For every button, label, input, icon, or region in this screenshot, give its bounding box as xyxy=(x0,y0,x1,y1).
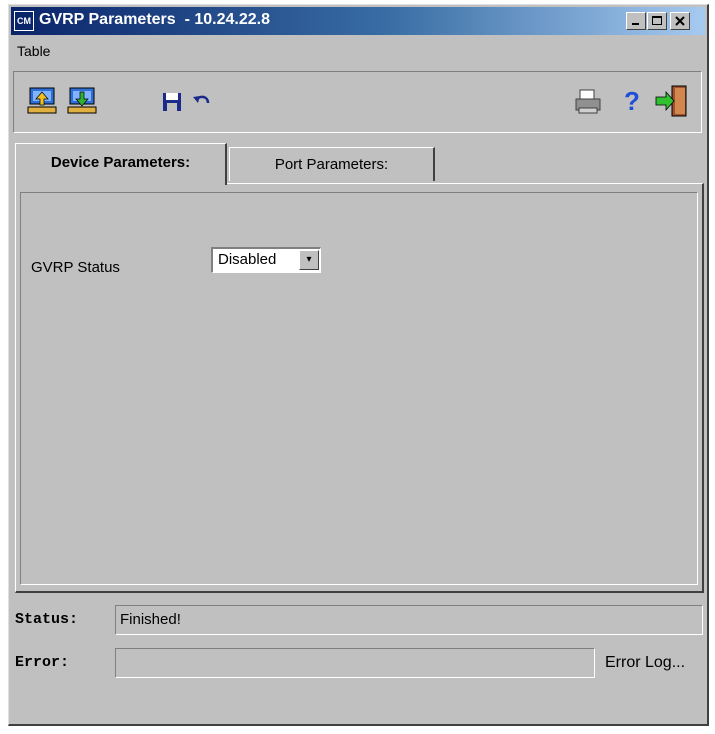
save-icon[interactable] xyxy=(160,90,184,114)
svg-text:?: ? xyxy=(624,86,640,116)
gvrp-status-label: GVRP Status xyxy=(31,259,120,276)
error-log-link[interactable]: Error Log... xyxy=(605,654,685,672)
status-field: Finished! xyxy=(115,605,703,635)
error-label: Error: xyxy=(15,654,70,671)
toolbar: ? xyxy=(13,71,702,133)
error-field xyxy=(115,648,595,678)
menu-table[interactable]: Table xyxy=(13,43,54,59)
app-icon: CM xyxy=(14,11,34,31)
upload-to-device-icon[interactable] xyxy=(26,85,60,119)
status-label: Status: xyxy=(15,611,79,628)
help-icon[interactable]: ? xyxy=(620,86,644,116)
download-from-device-icon[interactable] xyxy=(66,85,100,119)
title-bar[interactable]: CM GVRP Parameters - 10.24.22.8 xyxy=(11,7,705,35)
tab-port-parameters-label: Port Parameters: xyxy=(274,156,389,173)
tab-device-parameters-label: Device Parameters: xyxy=(50,154,191,171)
gvrp-status-select[interactable]: Disabled ▾ xyxy=(211,247,321,273)
close-button[interactable] xyxy=(670,12,690,30)
tab-port-parameters[interactable]: Port Parameters: xyxy=(229,147,435,181)
error-row: Error: Error Log... xyxy=(15,648,705,680)
gvrp-status-value: Disabled xyxy=(218,251,277,268)
gvrp-window: CM GVRP Parameters - 10.24.22.8 Table ? … xyxy=(8,4,709,726)
menu-bar: Table xyxy=(13,39,54,63)
device-parameters-panel: GVRP Status Disabled ▾ xyxy=(15,183,704,593)
minimize-button[interactable] xyxy=(626,12,646,30)
undo-icon[interactable] xyxy=(190,90,214,114)
status-row: Status: Finished! xyxy=(15,605,705,637)
maximize-button[interactable] xyxy=(647,12,667,30)
tab-device-parameters[interactable]: Device Parameters: xyxy=(15,143,227,185)
panel-content: GVRP Status Disabled ▾ xyxy=(20,192,698,585)
chevron-down-icon[interactable]: ▾ xyxy=(299,250,319,270)
print-icon[interactable] xyxy=(574,88,602,116)
window-title: GVRP Parameters - 10.24.22.8 xyxy=(39,11,270,28)
exit-icon[interactable] xyxy=(654,83,690,119)
tab-strip: Device Parameters: Port Parameters: xyxy=(15,143,705,185)
